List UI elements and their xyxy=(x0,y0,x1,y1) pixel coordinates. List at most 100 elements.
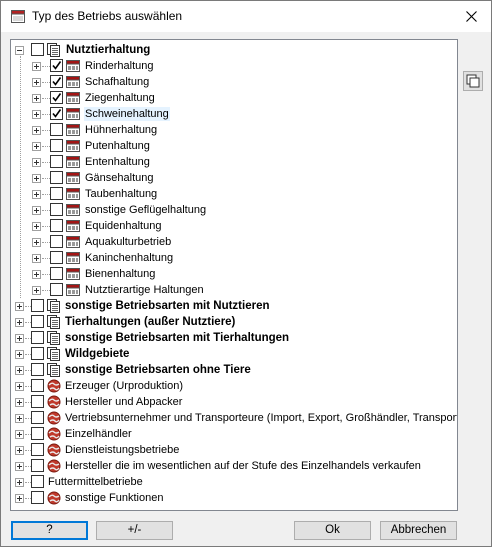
expand-toggle[interactable] xyxy=(32,206,41,215)
expand-toggle[interactable] xyxy=(15,318,24,327)
tree-node-child[interactable]: Ziegenhaltung xyxy=(11,90,457,106)
ok-button[interactable]: Ok xyxy=(294,521,371,540)
checkbox[interactable] xyxy=(31,363,44,376)
expand-toggle[interactable] xyxy=(15,478,24,487)
animal-card-icon xyxy=(66,284,80,296)
tree-node-group[interactable]: Vertriebsunternehmer und Transporteure (… xyxy=(11,410,457,426)
tree-node-child[interactable]: Rinderhaltung xyxy=(11,58,457,74)
checkbox[interactable] xyxy=(31,459,44,472)
tree-node-group[interactable]: sonstige Funktionen xyxy=(11,490,457,506)
expand-toggle[interactable] xyxy=(32,190,41,199)
checkbox[interactable] xyxy=(50,235,63,248)
tree-node-group[interactable]: Futtermittelbetriebe xyxy=(11,474,457,490)
tree-node-child[interactable]: Putenhaltung xyxy=(11,138,457,154)
checkbox[interactable] xyxy=(31,347,44,360)
animal-card-icon xyxy=(66,220,80,232)
expand-toggle[interactable] xyxy=(15,366,24,375)
checkbox[interactable] xyxy=(50,155,63,168)
checkbox[interactable] xyxy=(50,75,63,88)
checkbox[interactable] xyxy=(50,123,63,136)
expand-toggle[interactable] xyxy=(32,126,41,135)
expand-toggle[interactable] xyxy=(15,350,24,359)
expand-toggle[interactable] xyxy=(32,110,41,119)
checkbox[interactable] xyxy=(31,299,44,312)
checkbox[interactable] xyxy=(50,139,63,152)
expand-toggle[interactable] xyxy=(15,398,24,407)
help-button[interactable]: ? xyxy=(11,521,88,540)
expand-toggle[interactable] xyxy=(15,302,24,311)
expand-toggle[interactable] xyxy=(32,142,41,151)
copy-button[interactable] xyxy=(463,71,483,91)
expand-toggle[interactable] xyxy=(15,430,24,439)
expand-toggle[interactable] xyxy=(32,62,41,71)
category-tree[interactable]: Nutztierhaltung Rinderhaltung Schafhaltung… xyxy=(10,39,458,511)
checkbox[interactable] xyxy=(31,43,44,56)
checkbox[interactable] xyxy=(50,187,63,200)
tree-node-child[interactable]: Gänsehaltung xyxy=(11,170,457,186)
expand-toggle[interactable] xyxy=(15,446,24,455)
tree-node-group[interactable]: sonstige Betriebsarten ohne Tiere xyxy=(11,362,457,378)
checkbox[interactable] xyxy=(50,91,63,104)
tree-node-child[interactable]: Hühnerhaltung xyxy=(11,122,457,138)
checkbox[interactable] xyxy=(31,331,44,344)
tree-node-group[interactable]: Hersteller und Abpacker xyxy=(11,394,457,410)
tree-node-child[interactable]: Schafhaltung xyxy=(11,74,457,90)
checkbox[interactable] xyxy=(50,203,63,216)
checkbox[interactable] xyxy=(31,427,44,440)
tree-node-group[interactable]: Erzeuger (Urproduktion) xyxy=(11,378,457,394)
tree-node-group[interactable]: Tierhaltungen (außer Nutztiere) xyxy=(11,314,457,330)
checkmark-icon xyxy=(52,61,62,70)
animal-card-icon xyxy=(66,188,80,200)
expand-toggle[interactable] xyxy=(15,494,24,503)
checkbox[interactable] xyxy=(31,491,44,504)
expand-toggle[interactable] xyxy=(32,94,41,103)
expand-toggle[interactable] xyxy=(32,222,41,231)
tree-node-child[interactable]: Taubenhaltung xyxy=(11,186,457,202)
tree-node-child[interactable]: Equidenhaltung xyxy=(11,218,457,234)
tree-node-root[interactable]: Nutztierhaltung xyxy=(11,42,457,58)
cancel-button[interactable]: Abbrechen xyxy=(380,521,457,540)
tree-node-child[interactable]: Aquakulturbetrieb xyxy=(11,234,457,250)
checkbox[interactable] xyxy=(50,171,63,184)
globe-icon xyxy=(47,379,61,393)
checkbox[interactable] xyxy=(31,315,44,328)
checkbox[interactable] xyxy=(31,475,44,488)
expand-toggle[interactable] xyxy=(32,158,41,167)
tree-node-group[interactable]: sonstige Betriebsarten mit Nutztieren xyxy=(11,298,457,314)
expand-toggle[interactable] xyxy=(32,254,41,263)
expand-toggle[interactable] xyxy=(32,270,41,279)
tree-node-child[interactable]: Schweinehaltung xyxy=(11,106,457,122)
tree-node-group[interactable]: Hersteller die im wesentlichen auf der S… xyxy=(11,458,457,474)
tree-node-group[interactable]: Dienstleistungsbetriebe xyxy=(11,442,457,458)
tree-node-child[interactable]: Entenhaltung xyxy=(11,154,457,170)
checkbox[interactable] xyxy=(50,107,63,120)
expand-toggle[interactable] xyxy=(32,78,41,87)
expand-toggle[interactable] xyxy=(15,334,24,343)
checkbox[interactable] xyxy=(50,219,63,232)
close-button[interactable] xyxy=(451,1,491,32)
tree-node-group[interactable]: Wildgebiete xyxy=(11,346,457,362)
expand-toggle-button[interactable]: +/- xyxy=(96,521,173,540)
expand-toggle[interactable] xyxy=(32,286,41,295)
checkbox[interactable] xyxy=(31,443,44,456)
expand-toggle[interactable] xyxy=(15,382,24,391)
expand-toggle[interactable] xyxy=(15,414,24,423)
collapse-toggle[interactable] xyxy=(15,46,24,55)
tree-node-child[interactable]: sonstige Geflügelhaltung xyxy=(11,202,457,218)
tree-node-child[interactable]: Nutztierartige Haltungen xyxy=(11,282,457,298)
tree-node-group[interactable]: sonstige Betriebsarten mit Tierhaltungen xyxy=(11,330,457,346)
tree-node-group[interactable]: Einzelhändler xyxy=(11,426,457,442)
checkbox[interactable] xyxy=(50,251,63,264)
checkbox[interactable] xyxy=(31,411,44,424)
checkbox[interactable] xyxy=(31,379,44,392)
checkbox[interactable] xyxy=(50,59,63,72)
tree-node-child[interactable]: Kaninchenhaltung xyxy=(11,250,457,266)
checkbox[interactable] xyxy=(50,267,63,280)
tree-node-child[interactable]: Bienenhaltung xyxy=(11,266,457,282)
expand-toggle[interactable] xyxy=(15,462,24,471)
checkbox[interactable] xyxy=(31,395,44,408)
expand-toggle[interactable] xyxy=(32,238,41,247)
tree-line xyxy=(42,178,50,179)
checkbox[interactable] xyxy=(50,283,63,296)
expand-toggle[interactable] xyxy=(32,174,41,183)
